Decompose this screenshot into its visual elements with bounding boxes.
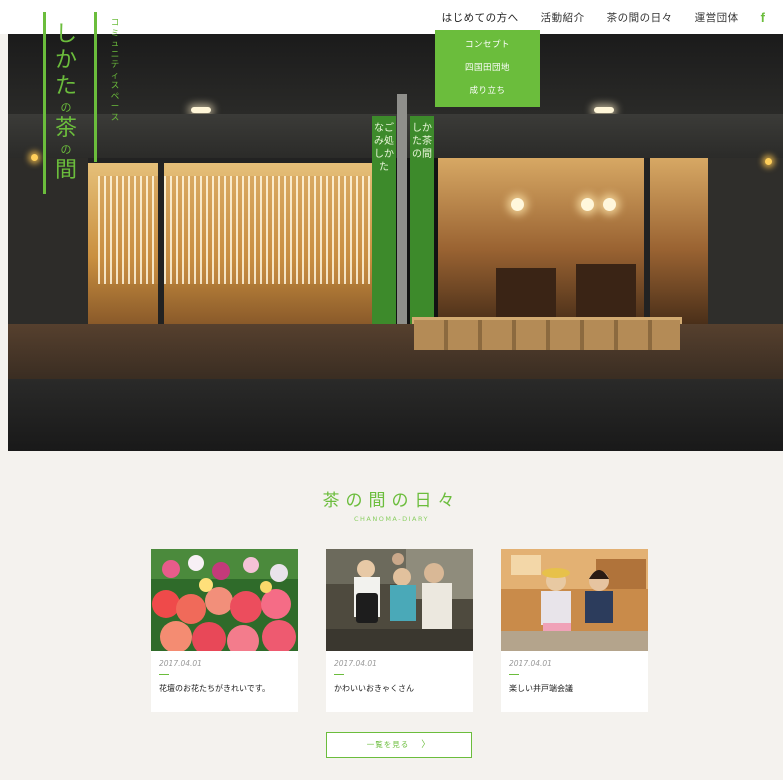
diary-card[interactable]: 2017.04.01 楽しい井戸端会議 (501, 549, 648, 712)
logo-title-ma: 間 (54, 158, 77, 183)
dropdown-item-concept[interactable]: コンセプト (435, 34, 540, 57)
diary-card-image-children (326, 549, 473, 651)
chevron-right-icon: 〉 (421, 740, 432, 750)
logo-title: しかた の 茶 の 間 (53, 22, 79, 184)
hero-frame (158, 158, 164, 324)
diary-section-subtitle: CHANOMA-DIARY (353, 515, 430, 523)
diary-card[interactable]: 2017.04.01 かわいいおきゃくさん (326, 549, 473, 712)
diary-card-rule (159, 674, 169, 675)
hero-wall-lantern (765, 158, 772, 165)
hero-table (576, 264, 636, 318)
hero-frame (88, 158, 380, 163)
nav-item-diary[interactable]: 茶の間の日々 (607, 10, 673, 25)
diary-card-date: 2017.04.01 (159, 659, 202, 668)
hero-pendant-lamp (603, 198, 616, 211)
hero-pendant-lamp (581, 198, 594, 211)
diary-card-rule (334, 674, 344, 675)
hero-frame (644, 158, 650, 324)
view-all-button[interactable]: 一覧を見る 〉 (326, 732, 472, 758)
flowers-photo (151, 549, 298, 651)
diary-card-date: 2017.04.01 (509, 659, 552, 668)
diary-card-rule (509, 674, 519, 675)
hero-pillar (397, 94, 407, 358)
hero-window-right (438, 158, 708, 324)
view-all-label: 一覧を見る (366, 740, 410, 749)
children-photo (326, 549, 473, 651)
nav-item-first-visit[interactable]: はじめての方へ (442, 10, 519, 25)
logo-title-no-1: の (60, 101, 72, 114)
logo-title-no-2: の (60, 143, 72, 156)
diary-card-title: かわいいおきゃくさん (334, 684, 414, 693)
diary-card-title: 花壇のお花たちがきれいです。 (159, 684, 270, 693)
diary-card-image-meeting (501, 549, 648, 651)
hero-ceiling-light (594, 107, 614, 113)
meeting-photo (501, 549, 648, 651)
hero-bench (414, 320, 680, 350)
nav-item-activities[interactable]: 活動紹介 (541, 10, 585, 25)
dropdown-item-danchi[interactable]: 四国田団地 (435, 57, 540, 80)
hero-window-slats (98, 176, 370, 284)
logo-title-top: しかた (54, 22, 77, 99)
logo-subtitle: コミュニティスペース (110, 18, 120, 123)
diary-card-date: 2017.04.01 (334, 659, 377, 668)
diary-card-title: 楽しい井戸端会議 (509, 684, 573, 693)
facebook-icon[interactable]: f (761, 10, 765, 25)
logo-bar-left (43, 12, 46, 194)
first-visit-dropdown: コンセプト 四国田団地 成り立ち (435, 30, 540, 107)
site-logo[interactable]: しかた の 茶 の 間 コミュニティスペース (40, 12, 130, 194)
diary-section-title: 茶の間の日々 (322, 491, 461, 511)
dropdown-item-history[interactable]: 成り立ち (435, 80, 540, 103)
hero-table (496, 268, 556, 318)
hero-wall-lantern (31, 154, 38, 161)
hero-banner-left: なごみ処しかた (372, 116, 396, 338)
logo-title-cha: 茶 (54, 116, 77, 141)
hero-window-left (88, 158, 380, 324)
hero-banner-right: しかた茶の間 (410, 116, 434, 328)
diary-card-image-flowers (151, 549, 298, 651)
logo-bar-right (94, 12, 97, 162)
nav-item-organization[interactable]: 運営団体 (695, 10, 739, 25)
global-nav: はじめての方へ 活動紹介 茶の間の日々 運営団体 f (420, 0, 765, 34)
diary-card[interactable]: 2017.04.01 花壇のお花たちがきれいです。 (151, 549, 298, 712)
hero-road (8, 379, 783, 451)
hero-ceiling-light (191, 107, 211, 113)
hero-pendant-lamp (511, 198, 524, 211)
